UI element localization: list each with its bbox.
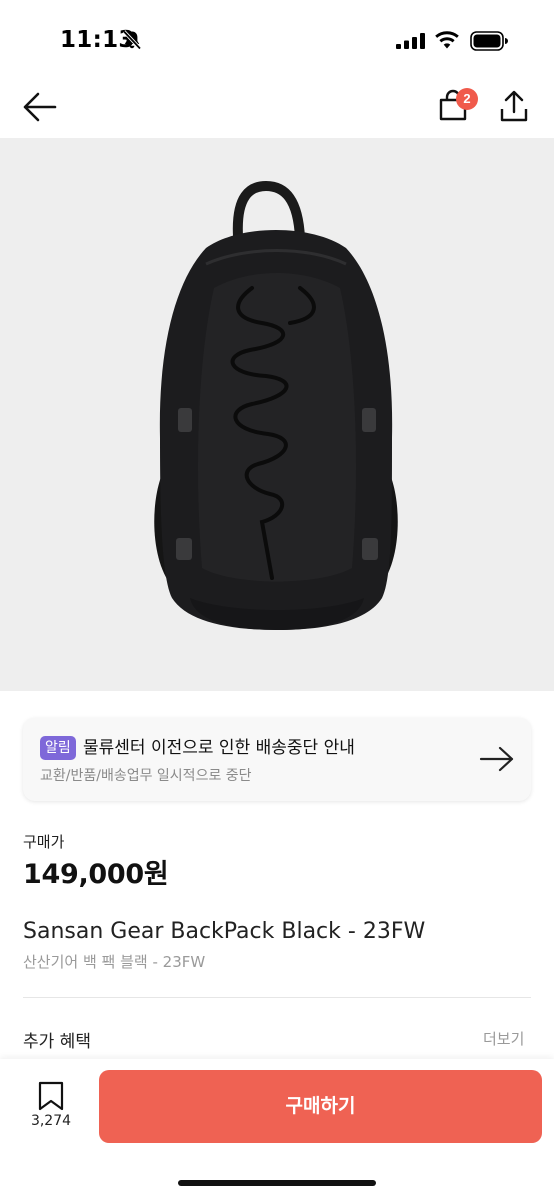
cart-count-badge: 2 — [456, 88, 478, 110]
product-image[interactable] — [0, 138, 554, 691]
notice-banner[interactable]: 알림 물류센터 이전으로 인한 배송중단 안내 교환/반품/배송업무 일시적으로… — [23, 718, 531, 801]
share-button[interactable] — [498, 88, 530, 124]
battery-icon — [470, 31, 508, 51]
share-icon — [500, 90, 528, 122]
bookmark-icon — [38, 1081, 64, 1111]
notice-subtitle: 교환/반품/배송업무 일시적으로 중단 — [40, 768, 252, 784]
bell-slash-icon — [122, 30, 142, 50]
signal-icon — [396, 33, 425, 49]
benefits-label: 추가 혜택 — [23, 1032, 91, 1052]
bookmark-button[interactable]: 3,274 — [22, 1079, 80, 1135]
back-button[interactable] — [22, 90, 58, 124]
backpack-image — [154, 180, 398, 630]
arrow-left-icon — [23, 92, 57, 122]
benefits-more-link[interactable]: 더보기 — [483, 1028, 524, 1049]
divider — [23, 997, 531, 998]
bottom-action-bar: 3,274 구매하기 — [0, 1059, 554, 1200]
bookmark-count: 3,274 — [30, 1113, 72, 1129]
top-nav: 2 — [0, 76, 554, 138]
price-value: 149,000원 — [23, 859, 169, 890]
price-label: 구매가 — [23, 833, 65, 851]
product-subtitle: 산산기어 백 팩 블랙 - 23FW — [23, 953, 206, 971]
status-bar: 11:13 — [0, 0, 554, 76]
buy-button[interactable]: 구매하기 — [99, 1070, 542, 1143]
home-indicator — [178, 1180, 376, 1186]
notice-title: 물류센터 이전으로 인한 배송중단 안내 — [83, 738, 355, 758]
arrow-right-icon — [479, 746, 514, 772]
notice-tag: 알림 — [40, 736, 76, 760]
wifi-icon — [435, 31, 459, 49]
cart-button[interactable]: 2 — [436, 86, 478, 126]
product-name: Sansan Gear BackPack Black - 23FW — [23, 919, 426, 944]
